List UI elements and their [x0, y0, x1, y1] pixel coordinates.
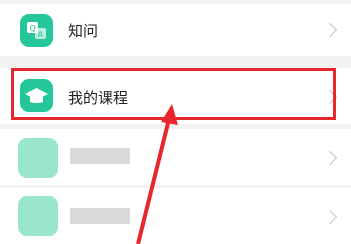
chevron-right-icon: [322, 150, 338, 166]
blurred-icon: [18, 196, 58, 236]
chevron-right-icon: [322, 22, 338, 38]
list-item-blurred[interactable]: [0, 129, 351, 185]
qa-icon: Q A: [20, 14, 53, 47]
blurred-label: [70, 208, 130, 224]
list-item-zhiwen[interactable]: Q A 知问: [0, 4, 351, 56]
chevron-right-icon: [322, 209, 338, 225]
blurred-label: [70, 148, 130, 164]
highlight-box: [11, 68, 336, 120]
list-item-label: 知问: [68, 22, 99, 40]
blurred-icon: [18, 138, 58, 178]
svg-text:Q: Q: [30, 24, 36, 33]
svg-text:A: A: [38, 30, 44, 39]
list-item-blurred[interactable]: [0, 188, 351, 244]
settings-list: Q A 知问 我的课程: [0, 0, 351, 244]
